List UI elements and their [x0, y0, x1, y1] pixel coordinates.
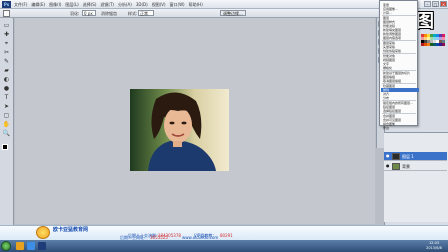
menu-item[interactable]: 图像(I)	[49, 2, 61, 8]
browser-icon[interactable]	[27, 242, 35, 250]
refine-edge-button[interactable]: 调整边缘...	[220, 10, 246, 16]
layer-name: 背景	[402, 164, 410, 169]
layer-context-menu: 变量 应用图像... 计算... 图层 图层样式 智能滤镜 新建填充图层 新建调整图层 图层内容…	[379, 0, 419, 130]
tool-icon: ✂	[3, 49, 10, 56]
context-menu-item[interactable]: 修边	[381, 126, 419, 130]
maximize-button[interactable]: □	[432, 1, 439, 7]
tool-icon: T	[4, 94, 9, 101]
feather-input[interactable]: 0 px	[82, 10, 96, 16]
taskbar	[0, 240, 448, 252]
tool-icon: ✚	[3, 31, 10, 38]
minimize-button[interactable]: –	[424, 1, 431, 7]
tool-icon: ●	[3, 85, 10, 92]
tool-button[interactable]: ●	[2, 85, 11, 92]
layer-name: 图层 1	[402, 154, 414, 159]
tool-button[interactable]: ✂	[2, 49, 11, 56]
tool-icon: ▭	[3, 22, 10, 29]
layers-panel	[384, 132, 448, 222]
menu-item[interactable]: 编辑(E)	[31, 2, 45, 8]
tool-icon: ▰	[4, 67, 9, 74]
tool-button[interactable]: 🔍	[2, 130, 11, 137]
tool-button[interactable]: ➤	[2, 103, 11, 110]
photoshop-taskbar-icon[interactable]	[38, 242, 46, 250]
feather-label: 羽化:	[70, 11, 80, 16]
tool-icon: ◐	[3, 76, 10, 83]
swatch[interactable]	[442, 43, 445, 46]
window-controls: – □ ×	[424, 1, 447, 7]
footer-brand: 欧卡亚猛教育网	[53, 227, 89, 233]
menu-item[interactable]: 窗口(W)	[170, 2, 185, 8]
start-button[interactable]	[1, 241, 11, 251]
eye-icon[interactable]: ●	[386, 164, 390, 168]
menu-item[interactable]: 图层(L)	[65, 2, 78, 8]
close-button[interactable]: ×	[440, 1, 447, 7]
tool-icon: ✎	[3, 58, 10, 65]
layer-thumbnail	[392, 163, 400, 170]
eye-icon[interactable]: ●	[386, 154, 390, 158]
style-label: 样式:	[128, 11, 138, 16]
menu-item[interactable]: 选择(S)	[83, 2, 97, 8]
menu-item[interactable]: 文件(F)	[14, 2, 27, 8]
tool-icon: ⌖	[4, 40, 9, 47]
taskbar-clock: 12:03 2013/6/8	[421, 241, 447, 251]
marquee-tool-icon[interactable]	[3, 10, 10, 17]
tool-button[interactable]: ✎	[2, 58, 11, 65]
tool-button[interactable]: ✋	[2, 121, 11, 128]
layer-thumbnail	[392, 153, 400, 160]
menu-item[interactable]: 分析(A)	[118, 2, 132, 8]
tool-button[interactable]: ▢	[2, 112, 11, 119]
swatches-panel[interactable]	[421, 34, 446, 46]
explorer-icon[interactable]	[16, 242, 24, 250]
tools-panel: ▭ ✚ ⌖ ✂ ✎ ▰ ◐ ● T ➤ ▢ ✋ 🔍	[0, 18, 14, 226]
menu-item[interactable]: 帮助(H)	[189, 2, 203, 8]
menu-item[interactable]: 滤镜(T)	[100, 2, 114, 8]
tool-icon: 🔍	[2, 130, 11, 137]
tool-button[interactable]: ▰	[2, 67, 11, 74]
tool-icon: ➤	[3, 103, 10, 110]
tool-button[interactable]: ▭	[2, 22, 11, 29]
menu-item[interactable]: 视图(V)	[152, 2, 166, 8]
antialias-checkbox-label[interactable]: 消除锯齿	[101, 11, 117, 16]
tool-button[interactable]: ◐	[2, 76, 11, 83]
style-select[interactable]: 正常	[138, 10, 154, 16]
tool-button[interactable]: T	[2, 94, 11, 101]
foreground-color-swatch[interactable]	[2, 144, 8, 150]
photoshop-logo-icon: Ps	[2, 1, 11, 8]
tool-button[interactable]: ⌖	[2, 40, 11, 47]
menu-items: 文件(F) 编辑(E) 图像(I) 图层(L) 选择(S) 滤镜(T) 分析(A) 3D(D)…	[14, 2, 203, 8]
footer-vip-number: 80291	[220, 233, 233, 238]
tool-icon: ▢	[3, 112, 10, 119]
photo-canvas[interactable]	[130, 89, 229, 171]
clock-date: 2013/6/8	[426, 246, 442, 250]
brand-logo-icon	[36, 226, 50, 239]
portrait-image	[130, 89, 229, 171]
tool-icon: ✋	[2, 121, 11, 128]
tool-button[interactable]: ✚	[2, 31, 11, 38]
menu-item[interactable]: 3D(D)	[136, 2, 148, 8]
